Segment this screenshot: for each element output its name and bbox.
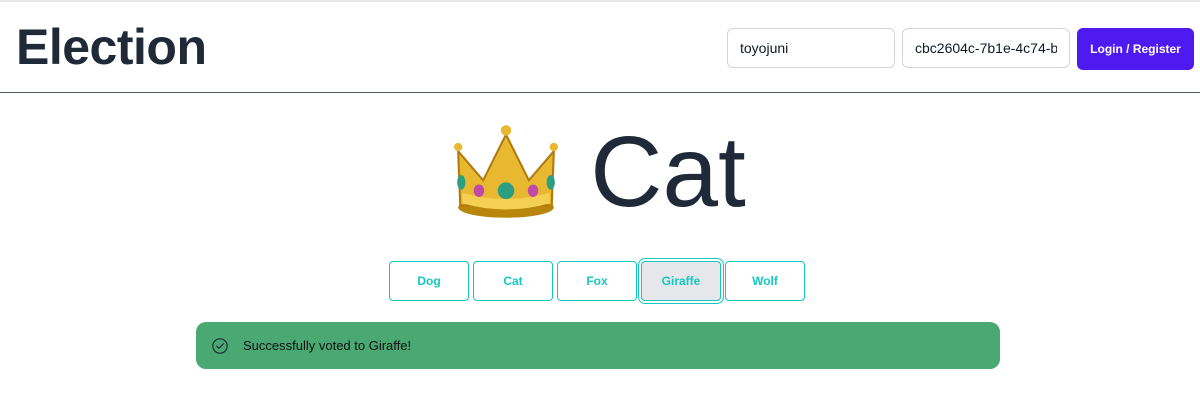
vote-option-wolf[interactable]: Wolf (725, 261, 805, 301)
crown-icon (454, 125, 559, 218)
page-title: Election (16, 19, 207, 75)
winner-display: Cat (0, 112, 1200, 232)
winner-name: Cat (590, 116, 746, 228)
vote-option-cat[interactable]: Cat (473, 261, 553, 301)
app-header: Election Login / Register (0, 2, 1200, 93)
login-register-button[interactable]: Login / Register (1077, 28, 1194, 70)
username-input[interactable] (727, 28, 895, 68)
toast-message: Successfully voted to Giraffe! (243, 338, 412, 353)
token-input[interactable] (902, 28, 1070, 68)
check-circle-icon (212, 337, 228, 354)
vote-options: Dog Cat Fox Giraffe Wolf (389, 261, 805, 301)
vote-option-dog[interactable]: Dog (389, 261, 469, 301)
vote-option-giraffe[interactable]: Giraffe (641, 261, 721, 301)
vote-option-fox[interactable]: Fox (557, 261, 637, 301)
success-toast: Successfully voted to Giraffe! (196, 322, 1000, 369)
